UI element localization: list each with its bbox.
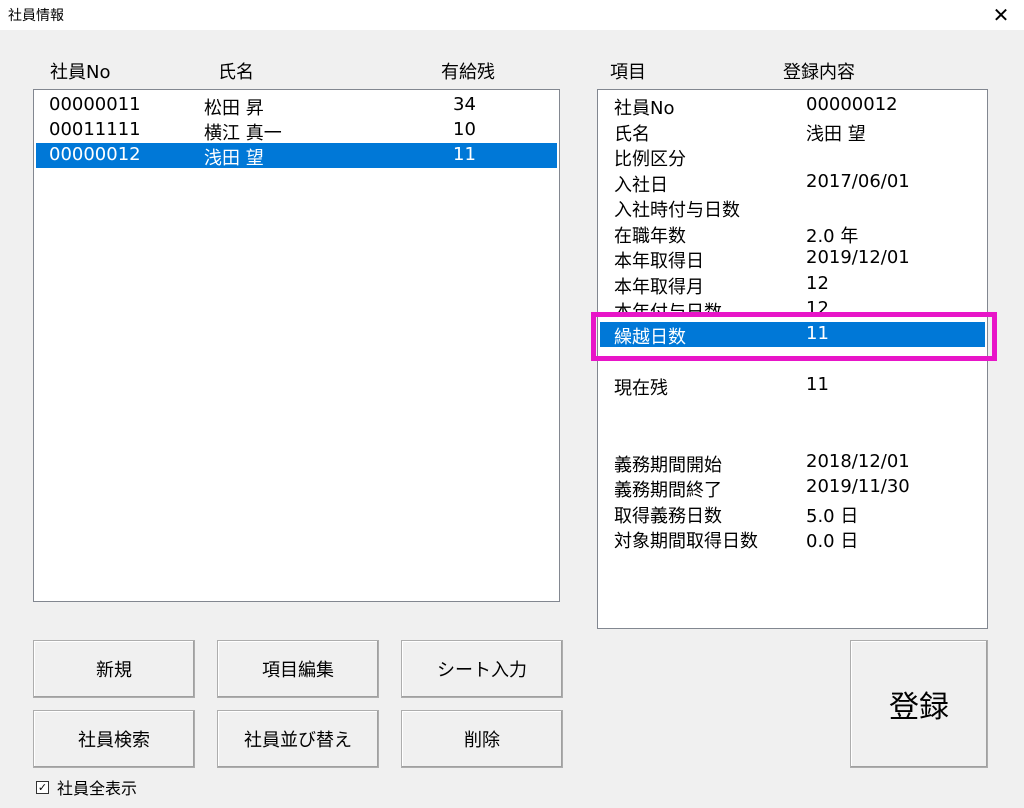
detail-value: 浅田 望 — [806, 124, 866, 145]
window-title: 社員情報 — [8, 8, 64, 24]
detail-row[interactable]: 対象期間取得日数 0.0 日 — [600, 526, 985, 552]
col-header-content: 登録内容 — [783, 62, 855, 83]
detail-row[interactable]: 現在残 11 — [600, 373, 985, 399]
detail-value: 11 — [806, 374, 829, 395]
detail-value: 0.0 日 — [806, 531, 859, 552]
list-item-selected[interactable]: 00000012 浅田 望 11 — [36, 143, 557, 169]
detail-row[interactable]: 在職年数 2.0 年 — [600, 221, 985, 247]
detail-value: 5.0 日 — [806, 506, 859, 527]
detail-row[interactable]: 氏名 浅田 望 — [600, 119, 985, 145]
list-item-no: 00000011 — [49, 94, 141, 115]
detail-row[interactable]: 取得義務日数 5.0 日 — [600, 501, 985, 527]
detail-value: 2.0 年 — [806, 226, 859, 247]
col-header-item: 項目 — [610, 62, 646, 83]
sheet-input-button[interactable]: シート入力 — [401, 640, 563, 698]
delete-button[interactable]: 削除 — [401, 710, 563, 768]
new-button[interactable]: 新規 — [33, 640, 195, 698]
detail-label: 入社日 — [614, 175, 668, 196]
detail-value: 12 — [806, 298, 829, 312]
detail-label: 氏名 — [614, 124, 650, 145]
detail-row[interactable]: 比例区分 — [600, 144, 985, 170]
detail-label: 本年取得日 — [614, 251, 704, 272]
detail-label: 比例区分 — [614, 149, 686, 170]
col-header-paid-leave: 有給残 — [441, 62, 495, 83]
list-item-name: 浅田 望 — [204, 148, 264, 169]
detail-row[interactable]: 義務期間開始 2018/12/01 — [600, 450, 985, 476]
detail-label: 義務期間開始 — [614, 455, 722, 476]
detail-label: 義務期間終了 — [614, 480, 722, 501]
checkmark-icon[interactable]: ✓ — [36, 780, 49, 794]
list-item-name: 横江 真一 — [204, 123, 282, 144]
list-item-no: 00011111 — [49, 119, 141, 140]
detail-row[interactable]: 社員No 00000012 — [600, 93, 985, 119]
detail-value: 2017/06/01 — [806, 171, 910, 192]
col-header-name: 氏名 — [218, 62, 254, 83]
detail-row[interactable]: 入社日 2017/06/01 — [600, 170, 985, 196]
title-bar: 社員情報 ✕ — [0, 0, 1024, 30]
detail-label: 本年取得月 — [614, 277, 704, 298]
detail-label: 本年付与日数 — [614, 298, 722, 312]
col-header-employee-no: 社員No — [50, 62, 111, 83]
list-item-name: 松田 昇 — [204, 98, 264, 119]
annotation-highlight-box — [591, 312, 997, 361]
detail-row[interactable]: 本年取得月 12 — [600, 272, 985, 298]
close-icon[interactable]: ✕ — [978, 0, 1024, 30]
detail-value: 12 — [806, 273, 829, 294]
detail-value: 2019/12/01 — [806, 247, 910, 268]
list-item[interactable]: 00011111 横江 真一 10 — [36, 118, 557, 144]
detail-row[interactable]: 本年取得日 2019/12/01 — [600, 246, 985, 272]
detail-label: 入社時付与日数 — [614, 200, 740, 221]
detail-row-partial[interactable]: 本年付与日数 12 — [600, 297, 985, 312]
detail-value: 00000012 — [806, 94, 898, 115]
sort-employees-button[interactable]: 社員並び替え — [217, 710, 379, 768]
list-item[interactable]: 00000011 松田 昇 34 — [36, 93, 557, 119]
detail-label: 取得義務日数 — [614, 506, 722, 527]
detail-value: 2019/11/30 — [806, 476, 910, 497]
list-item-no: 00000012 — [49, 144, 141, 165]
detail-row[interactable]: 義務期間終了 2019/11/30 — [600, 475, 985, 501]
detail-label: 対象期間取得日数 — [614, 531, 758, 552]
detail-label: 現在残 — [614, 378, 668, 399]
list-item-paid-leave: 10 — [453, 119, 476, 140]
detail-label: 社員No — [614, 98, 675, 119]
detail-value: 2018/12/01 — [806, 451, 910, 472]
detail-label: 在職年数 — [614, 226, 686, 247]
edit-items-button[interactable]: 項目編集 — [217, 640, 379, 698]
search-employee-button[interactable]: 社員検索 — [33, 710, 195, 768]
list-item-paid-leave: 34 — [453, 94, 476, 115]
list-item-paid-leave: 11 — [453, 144, 476, 165]
register-button[interactable]: 登録 — [850, 640, 988, 768]
employee-listbox[interactable]: 00000011 松田 昇 34 00011111 横江 真一 10 00000… — [33, 89, 560, 602]
show-all-label: 社員全表示 — [57, 779, 138, 798]
detail-row[interactable]: 入社時付与日数 — [600, 195, 985, 221]
show-all-checkbox[interactable]: ✓ 社員全表示 — [36, 775, 137, 799]
